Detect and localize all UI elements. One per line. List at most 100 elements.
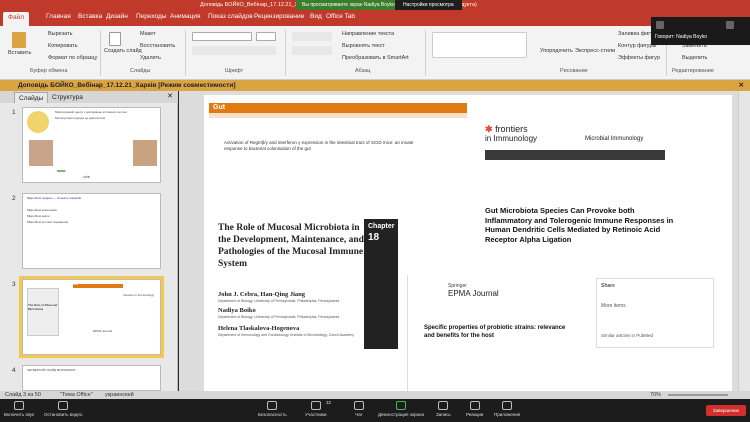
- author-affiliation: Department of Biology, University of Pen…: [218, 299, 340, 303]
- tab-slides[interactable]: Слайды: [14, 92, 49, 103]
- language: украинский: [105, 392, 134, 398]
- security-button[interactable]: Безопасность: [258, 401, 287, 417]
- slide-number: 2: [12, 195, 16, 202]
- slide-thumbnail-1[interactable]: Міжгалузевий центр з досліджень клітинни…: [22, 107, 161, 183]
- gut-article-title: Activation of RegIIIβ/γ and interferon γ…: [224, 140, 414, 151]
- text-direction-button[interactable]: Направление текста: [342, 31, 394, 37]
- format-painter-button[interactable]: Формат по образцу: [48, 55, 97, 61]
- frontiers-header: ✱ frontiers in Immunology Microbial Immu…: [485, 122, 682, 162]
- quick-styles-button[interactable]: Экспресс-стили: [575, 48, 615, 54]
- author-name: Helena Tlaskalova-Hogenova: [218, 325, 300, 332]
- slide-info: Слайд 3 из 50: [5, 392, 41, 398]
- frontiers-journal: in Immunology: [485, 134, 538, 143]
- chapter-title: The Role of Mucosal Microbiota in the De…: [218, 223, 364, 269]
- stop-video-button[interactable]: Остановить видео: [44, 401, 82, 417]
- tab-file[interactable]: Файл: [3, 12, 29, 26]
- portrait-image: [133, 140, 157, 166]
- close-icon[interactable]: ✕: [739, 80, 744, 91]
- font-size-select[interactable]: [256, 32, 276, 41]
- microphone-icon: [14, 401, 24, 410]
- chapter-box: Chapter 18: [364, 219, 398, 349]
- record-button[interactable]: Запись: [436, 401, 451, 417]
- tab-view[interactable]: Вид: [310, 13, 322, 20]
- font-family-select[interactable]: [192, 32, 252, 41]
- participants-count: 32: [326, 400, 332, 405]
- speaker-name: Говорит: Nadiya Boyko: [655, 34, 708, 40]
- slide-thumbnail-3[interactable]: The Role of Mucosal Microbiota Gut EPMA …: [19, 276, 164, 358]
- gut-journal-header: Gut: [209, 103, 467, 113]
- font-format-buttons[interactable]: [192, 46, 276, 55]
- reset-button[interactable]: Восстановить: [140, 43, 175, 49]
- zoom-level[interactable]: 70%: [650, 391, 661, 399]
- chapter-label: Chapter: [368, 223, 395, 230]
- vertical-scrollbar[interactable]: [738, 91, 750, 391]
- shapes-gallery[interactable]: [432, 32, 527, 58]
- chapter-number: 18: [368, 232, 380, 243]
- thumb-line: КИЇВ: [83, 175, 90, 179]
- tab-home[interactable]: Главная: [46, 13, 71, 20]
- paste-icon[interactable]: [12, 32, 26, 48]
- thumb-title: Мікробіом людини — кількість мікробів: [27, 196, 82, 200]
- tab-review[interactable]: Рецензирование: [254, 13, 304, 20]
- share-screen-button[interactable]: Демонстрация экрана: [378, 401, 424, 417]
- new-slide-button[interactable]: Создать слайд: [104, 48, 142, 54]
- epma-journal: EPMA Journal: [448, 289, 499, 298]
- theme-name: "Тема Office": [60, 392, 93, 398]
- chat-button[interactable]: Чат: [354, 401, 364, 417]
- speaker-view-icon[interactable]: [726, 21, 734, 29]
- slide-canvas[interactable]: Gut Activation of RegIIIβ/γ and interfer…: [204, 95, 732, 391]
- delete-slide-button[interactable]: Удалить: [140, 55, 161, 61]
- zoom-toolbar: Включить звук Остановить видео Безопасно…: [0, 399, 750, 422]
- slide-thumbnail-2[interactable]: Мікробіом людини — кількість мікробів Мі…: [22, 193, 161, 269]
- share-screen-icon: [395, 401, 406, 410]
- author-affiliation: Department of Biology, University of Pen…: [218, 315, 340, 319]
- align-text-button[interactable]: Выровнять текст: [342, 43, 385, 49]
- shape-effects-button[interactable]: Эффекты фигур: [618, 55, 660, 61]
- slide-number: 4: [12, 367, 16, 374]
- end-meeting-button[interactable]: Завершение: [706, 405, 746, 416]
- thumb-line: Мікробіом шкіри: [27, 214, 50, 218]
- clipboard-group-label: Буфер обмена: [30, 68, 68, 74]
- cut-button[interactable]: Вырезать: [48, 31, 72, 37]
- author-name: Nadiya Boiko: [218, 307, 256, 314]
- tab-office-tab[interactable]: Office Tab: [326, 13, 355, 20]
- arrange-button[interactable]: Упорядочить: [540, 48, 573, 54]
- epma-article: Springer EPMA Journal Specific propertie…: [407, 275, 571, 391]
- zoom-slider[interactable]: [668, 394, 728, 396]
- panel-tabs: Слайды Структура ✕: [0, 91, 178, 103]
- document-title: Доповідь БОЙКО_Вебінар_17.12.21_Харків […: [18, 82, 236, 89]
- shield-icon: [267, 401, 278, 410]
- copy-button[interactable]: Копировать: [48, 43, 78, 49]
- slide-number: 3: [12, 281, 16, 288]
- unmute-button[interactable]: Включить звук: [4, 401, 34, 417]
- view-mode-icon[interactable]: [656, 21, 664, 29]
- paste-button[interactable]: Вставить: [8, 50, 31, 56]
- apps-icon: [502, 401, 513, 410]
- tab-transitions[interactable]: Переходы: [136, 13, 167, 20]
- reactions-button[interactable]: Реакции: [466, 401, 483, 417]
- tab-insert[interactable]: Вставка: [78, 13, 102, 20]
- slides-panel: Слайды Структура ✕ 1 Міжгалузевий центр …: [0, 91, 178, 391]
- tab-outline[interactable]: Структура: [48, 92, 87, 103]
- select-button[interactable]: Выделить: [682, 55, 707, 61]
- slide-number: 1: [12, 109, 16, 116]
- align-buttons[interactable]: [292, 46, 332, 55]
- author-affiliation: Department of Immunology and Gnotobiolog…: [218, 333, 355, 337]
- thumb-title: Міжгалузевий центр з досліджень клітинни…: [55, 110, 127, 114]
- list-buttons[interactable]: [292, 32, 332, 41]
- layout-button[interactable]: Макет: [140, 31, 156, 37]
- tab-slideshow[interactable]: Показ слайдов: [208, 13, 253, 20]
- drawing-group-label: Рисование: [560, 68, 588, 74]
- slide-editor: Gut Activation of RegIIIβ/γ and interfer…: [179, 91, 750, 391]
- title-bar: Доповідь БОЙКО_Вебінар_17.12.21_Харків […: [0, 0, 750, 10]
- slide-thumbnail-4[interactable]: ЧЕТВЕРТИЙ СЛАЙД МІКРОБІОМУ: [22, 365, 161, 391]
- tab-design[interactable]: Дизайн: [106, 13, 128, 20]
- close-panel-icon[interactable]: ✕: [167, 92, 173, 100]
- pubmed-sidebar: Share More items Similar articles in Pub…: [596, 278, 714, 348]
- participants-button[interactable]: Участники: [305, 401, 327, 417]
- view-options-button[interactable]: Настройки просмотра: [395, 0, 462, 10]
- new-slide-icon[interactable]: [109, 32, 121, 46]
- apps-button[interactable]: Приложения: [494, 401, 520, 417]
- smartart-button[interactable]: Преобразовать в SmartArt: [342, 55, 409, 61]
- tab-animation[interactable]: Анимация: [170, 13, 201, 20]
